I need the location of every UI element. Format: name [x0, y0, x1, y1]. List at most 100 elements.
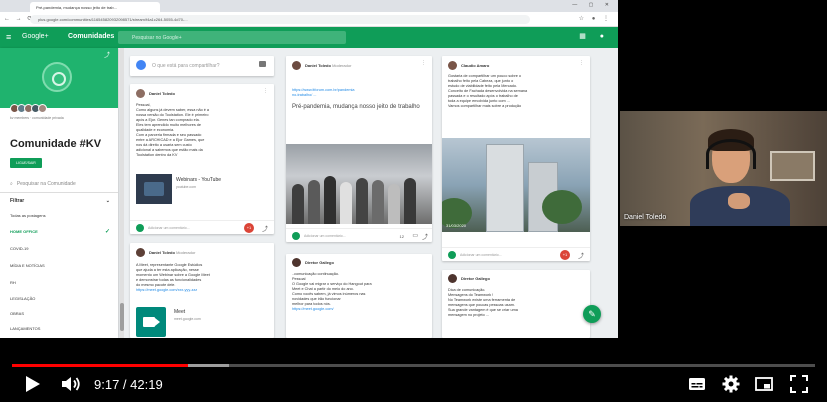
building — [486, 144, 524, 232]
post-author[interactable]: Daniel Toledo Moderador — [149, 250, 195, 255]
post-author[interactable]: Claudio Amaro — [461, 63, 489, 68]
comment-input[interactable]: Adicionar um comentário... — [148, 226, 190, 230]
volume-icon[interactable] — [61, 376, 81, 392]
author-role: Moderador — [176, 250, 196, 255]
plus-one-button[interactable]: +1 — [244, 223, 254, 233]
person — [340, 182, 352, 224]
post-body: https://www.itforum.com.br/pandemia no-t… — [292, 88, 426, 98]
search-icon: ⌕ — [10, 181, 13, 187]
miniplayer-icon[interactable] — [755, 375, 773, 393]
community-cover: ⤴ — [0, 48, 118, 108]
post-card-3: Daniel Toledo Moderador ⋮ https://www.it… — [286, 56, 432, 242]
category-legislacao[interactable]: LEGISLAÇÃO — [10, 296, 110, 301]
current-time: 9:17 — [94, 377, 120, 392]
filter-toggle[interactable]: Filtrar ⌄ — [10, 198, 110, 204]
compose-box[interactable]: O que está para compartilhar? — [130, 56, 274, 76]
avatar — [38, 104, 47, 113]
avatar — [292, 258, 301, 267]
category-rh[interactable]: RH — [10, 280, 110, 285]
member-count: kv members · comunidade privada — [10, 116, 64, 120]
browser-tabstrip: Pré-pandemia, mudança nosso jeito de tra… — [0, 0, 618, 12]
post-author[interactable]: Daniel Toledo Moderador — [305, 63, 351, 68]
gplus-logo[interactable]: Google+ — [22, 33, 49, 40]
share-icon[interactable]: ⤴ — [104, 50, 110, 59]
post-body: ..comunicação continuação. Pessoal O Goo… — [292, 272, 426, 312]
screen-recording[interactable]: Pré-pandemia, mudança nosso jeito de tra… — [0, 0, 618, 338]
time-display: 9:17 / 42:19 — [94, 377, 163, 392]
avatar — [448, 251, 456, 259]
category-all[interactable]: Todas as postagens — [10, 213, 110, 218]
subtitles-icon[interactable] — [688, 375, 706, 393]
category-midia[interactable]: MÍDIA E NOTÍCIAS — [10, 263, 110, 268]
camera-icon[interactable] — [259, 61, 266, 67]
settings-gear-icon[interactable] — [722, 375, 740, 393]
fullscreen-icon[interactable] — [790, 375, 808, 393]
post-link[interactable]: https://meet.google.com/ — [292, 307, 426, 312]
post-link[interactable]: no-trabalho/ ... — [292, 93, 426, 98]
headphones — [706, 139, 756, 169]
address-bar[interactable]: plus.google.com/communities/116545820932… — [30, 15, 530, 24]
post-body: Pessoal, Como alguns já devem saber, ess… — [136, 103, 268, 158]
article-headline[interactable]: Pré-pandemia, mudança nosso jeito de tra… — [292, 104, 426, 111]
category-label: HOME OFFICE — [10, 229, 38, 234]
avatar — [292, 61, 301, 70]
category-covid[interactable]: COVID-19 — [10, 246, 110, 251]
share-icon[interactable]: ⤴ — [262, 224, 268, 233]
avatar — [448, 61, 457, 70]
more-vert-icon[interactable]: ⋮ — [263, 88, 268, 94]
progress-bar[interactable] — [12, 364, 815, 367]
category-home-office[interactable]: HOME OFFICE ✓ — [10, 229, 110, 235]
play-icon[interactable] — [26, 376, 40, 392]
person-hand — [728, 193, 750, 209]
hamburger-icon[interactable]: ≡ — [6, 32, 11, 42]
sidebar-scrollbar[interactable] — [120, 48, 124, 338]
plus-one-count[interactable]: 12 — [400, 234, 404, 239]
check-icon: ✓ — [104, 229, 110, 235]
chevron-down-icon: ⌄ — [105, 198, 110, 204]
post-link[interactable]: https://meet.google.com/xxx-yyy-zzz — [136, 288, 268, 293]
meet-logo-icon[interactable] — [136, 307, 166, 337]
building-photo[interactable]: 31/03/2020 — [442, 138, 590, 232]
duration: 42:19 — [130, 377, 163, 392]
gplus-search-input[interactable]: Pesquisar no Google+ — [118, 31, 346, 44]
window-controls[interactable]: — ▢ ✕ — [572, 2, 614, 8]
new-post-pencil-icon[interactable]: ✎ — [583, 305, 601, 323]
link-title[interactable]: Webinars - YouTube — [176, 177, 221, 183]
progress-played — [12, 364, 188, 367]
post-author[interactable]: Daniel Toledo — [149, 91, 175, 96]
person — [388, 184, 400, 224]
author-name: Daniel Toledo — [305, 63, 331, 68]
link-title[interactable]: Meet — [174, 309, 185, 315]
author-name: Daniel Toledo — [149, 250, 175, 255]
browser-extension-icons[interactable]: ☆ ● ⋮ — [579, 15, 612, 22]
scrollbar-thumb[interactable] — [120, 303, 124, 331]
plus-one-button[interactable]: +1 — [560, 250, 570, 260]
comment-input[interactable]: Adicionar um comentário... — [304, 234, 346, 238]
category-lancamentos[interactable]: LANÇAMENTOS — [10, 326, 110, 331]
comment-input[interactable]: Adicionar um comentário... — [460, 253, 502, 257]
search-placeholder: Pesquisar na Comunidade — [16, 181, 76, 187]
more-vert-icon[interactable]: ⋮ — [579, 60, 584, 66]
avatar — [136, 248, 145, 257]
person — [404, 178, 416, 224]
gplus-header: ≡ Google+ Comunidades Pesquisar no Googl… — [0, 27, 618, 48]
share-icon[interactable]: ⤴ — [578, 251, 584, 260]
browser-tab[interactable]: Pré-pandemia, mudança nosso jeito de tra… — [30, 2, 160, 12]
youtube-player: Pré-pandemia, mudança nosso jeito de tra… — [0, 0, 827, 402]
video-thumbnail[interactable] — [136, 174, 172, 204]
share-icon[interactable]: ⤴ — [422, 232, 428, 241]
person — [308, 180, 320, 224]
person — [292, 184, 304, 224]
post-author[interactable]: Diretor Gallego — [305, 260, 334, 265]
more-vert-icon[interactable]: ⋮ — [421, 60, 426, 66]
section-title: Comunidades — [68, 33, 115, 40]
apps-icon[interactable]: ▦ ● — [579, 32, 610, 40]
comment-icon[interactable]: ▭ — [412, 232, 418, 239]
post-footer: Adicionar um comentário... +1 ⤴ — [130, 220, 274, 234]
community-search-input[interactable]: ⌕ Pesquisar na Comunidade — [10, 181, 76, 187]
team-photo[interactable] — [286, 144, 432, 224]
category-obras[interactable]: OBRAS — [10, 311, 110, 316]
author-role: Moderador — [332, 63, 352, 68]
join-button[interactable]: LIGUE/SAIR — [10, 158, 42, 168]
post-author[interactable]: Diretor Gallego — [461, 276, 490, 281]
